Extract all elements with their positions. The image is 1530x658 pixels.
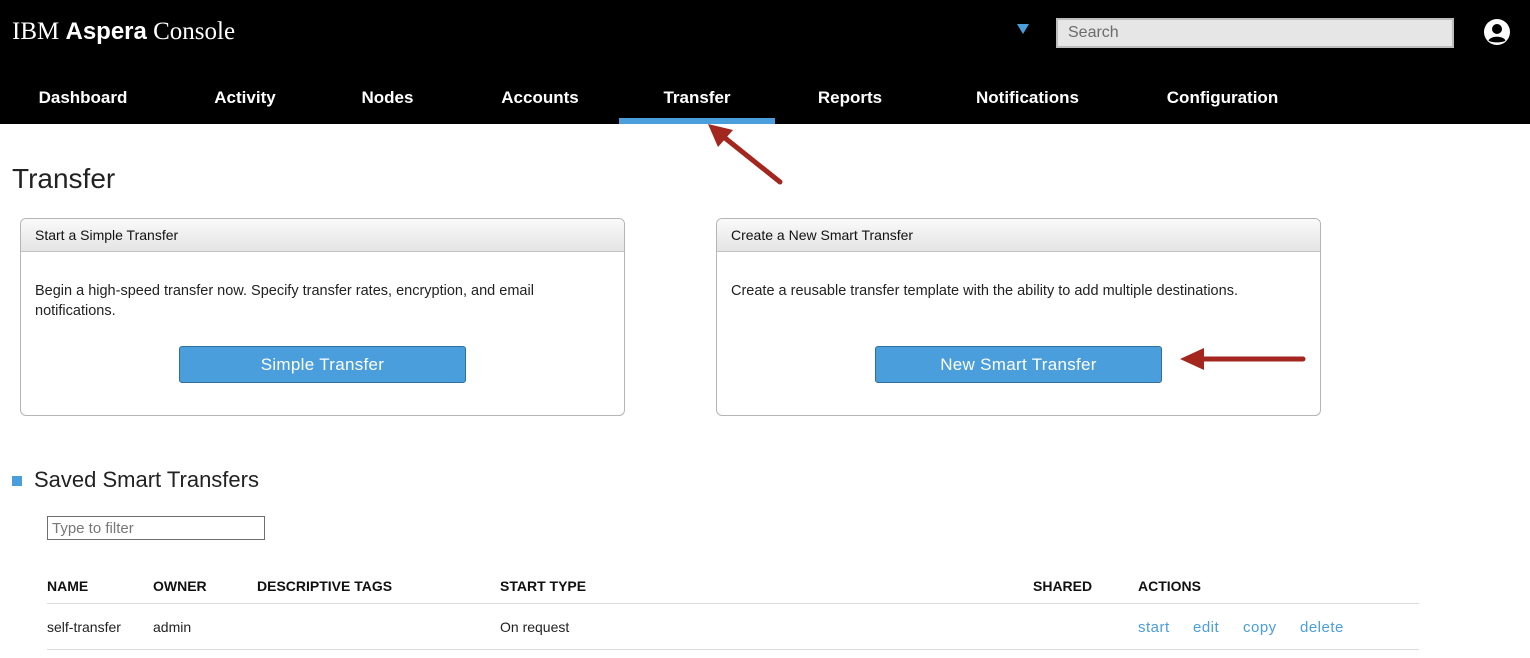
simple-transfer-button[interactable]: Simple Transfer (179, 346, 466, 383)
cell-start-type: On request (500, 619, 570, 635)
edit-link[interactable]: edit (1193, 619, 1219, 636)
section-bullet-icon (12, 476, 22, 486)
panel-description: Begin a high-speed transfer now. Specify… (35, 283, 534, 319)
smart-transfer-panel: Create a New Smart Transfer Create a reu… (716, 218, 1321, 416)
start-link[interactable]: start (1138, 619, 1170, 636)
filter-input[interactable] (47, 516, 265, 540)
section-title: Saved Smart Transfers (34, 467, 259, 492)
caret-down-icon[interactable] (1017, 24, 1029, 34)
nav-notifications[interactable]: Notifications (945, 80, 1110, 124)
nav-dashboard[interactable]: Dashboard (18, 80, 148, 124)
cell-name: self-transfer (47, 619, 121, 635)
column-header-owner[interactable]: OWNER (153, 578, 207, 594)
page-title: Transfer (12, 163, 116, 194)
column-header-shared[interactable]: SHARED (1033, 578, 1092, 594)
simple-transfer-panel: Start a Simple Transfer Begin a high-spe… (20, 218, 625, 416)
column-header-actions: ACTIONS (1138, 578, 1201, 594)
app-logo[interactable]: IBM Aspera Console (12, 18, 235, 46)
brand-suffix: Console (153, 18, 236, 45)
nav-accounts[interactable]: Accounts (470, 80, 610, 124)
brand-prefix: IBM (12, 18, 60, 45)
nav-configuration[interactable]: Configuration (1140, 80, 1305, 124)
column-header-start-type[interactable]: START TYPE (500, 578, 586, 594)
annotation-arrow-icon (1180, 348, 1306, 370)
panel-description: Create a reusable transfer template with… (731, 283, 1238, 299)
new-smart-transfer-button[interactable]: New Smart Transfer (875, 346, 1162, 383)
brand-name: Aspera (65, 18, 147, 45)
nav-reports[interactable]: Reports (790, 80, 910, 124)
table-divider (47, 603, 1419, 604)
column-header-name[interactable]: NAME (47, 578, 88, 594)
table-divider (47, 649, 1419, 650)
panel-header: Start a Simple Transfer (21, 219, 624, 252)
top-bar: IBM Aspera Console Dashboard Activity No… (0, 0, 1530, 124)
cell-owner: admin (153, 619, 192, 635)
panel-header: Create a New Smart Transfer (717, 219, 1320, 252)
user-circle-icon[interactable] (1483, 18, 1511, 46)
delete-link[interactable]: delete (1300, 619, 1344, 636)
column-header-tags[interactable]: DESCRIPTIVE TAGS (257, 578, 392, 594)
nav-nodes[interactable]: Nodes (330, 80, 445, 124)
annotation-arrow-icon (708, 124, 783, 185)
nav-activity[interactable]: Activity (180, 80, 310, 124)
search-input[interactable] (1056, 18, 1454, 48)
copy-link[interactable]: copy (1243, 619, 1277, 636)
